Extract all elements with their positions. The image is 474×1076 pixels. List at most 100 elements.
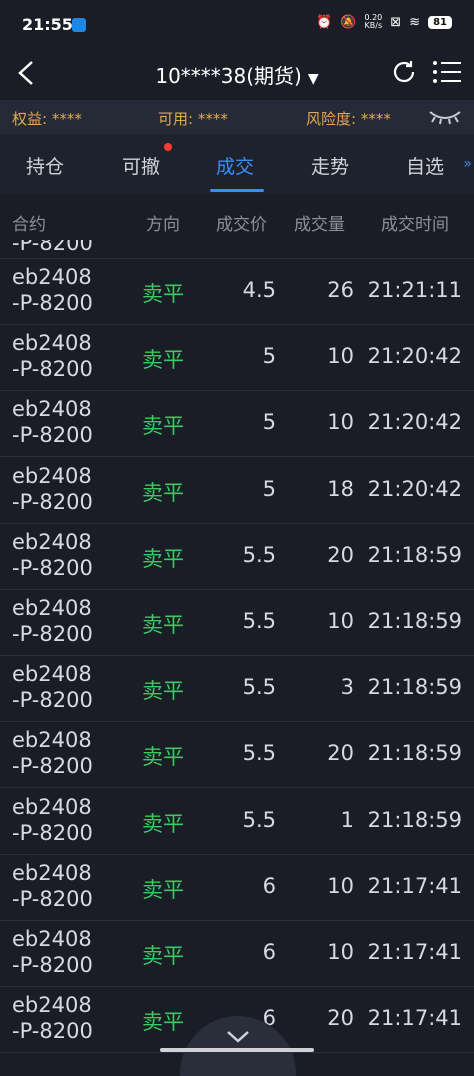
direction-value: 卖平 — [142, 546, 184, 571]
table-row[interactable]: eb2408 -P-8200 卖平 5.5 1 21:18:59 — [0, 788, 474, 855]
time-value: 21:17:41 — [367, 1006, 462, 1031]
table-row[interactable]: eb2408 -P-8200 卖平 5.5 20 21:18:59 — [0, 721, 474, 789]
refresh-icon[interactable] — [390, 58, 418, 86]
price-value: 5.5 — [242, 675, 276, 700]
table-row[interactable]: eb2408 -P-8200 卖平 6 10 21:17:41 — [0, 920, 474, 987]
chevron-down-icon — [227, 1031, 249, 1043]
contract-code: eb2408 -P-8200 — [12, 265, 93, 315]
contract-code: eb2408 -P-8200 — [12, 529, 93, 580]
direction-value: 卖平 — [142, 745, 184, 770]
direction-value: 卖平 — [142, 613, 184, 637]
menu-list-icon[interactable] — [432, 58, 462, 86]
time-value: 21:18:59 — [367, 675, 462, 700]
price-value: 5 — [262, 344, 276, 369]
volume-value: 10 — [327, 410, 354, 435]
table-row-partial: -P-8200 — [0, 240, 474, 259]
mute-icon: 🔕 — [340, 14, 357, 30]
direction-value: 卖平 — [142, 679, 184, 704]
tab-trend[interactable]: 走势 — [311, 152, 349, 179]
volume-value: 1 — [340, 807, 354, 832]
available-label: 可用: **** — [158, 110, 228, 128]
column-direction: 方向 — [146, 215, 180, 235]
app-notification-icon — [72, 18, 86, 32]
time-value: 21:17:41 — [367, 873, 462, 898]
price-value: 6 — [262, 940, 276, 964]
volume-value: 10 — [327, 873, 354, 898]
contract-code: eb2408 -P-8200 — [12, 927, 93, 977]
alarm-icon: ⏰ — [316, 14, 333, 30]
hide-eye-icon[interactable] — [428, 108, 462, 126]
direction-value: 卖平 — [142, 282, 184, 306]
column-contract: 合约 — [12, 215, 46, 235]
table-row[interactable]: eb2408 -P-8200 卖平 6 10 21:17:41 — [0, 854, 474, 921]
contract-code: eb2408 -P-8200 — [12, 794, 93, 845]
direction-value: 卖平 — [142, 480, 184, 505]
time-value: 21:20:42 — [367, 344, 462, 369]
table-row[interactable]: eb2408 -P-8200 卖平 5.5 10 21:18:59 — [0, 589, 474, 656]
notification-dot — [164, 143, 172, 151]
tab-cancellable[interactable]: 可撤 — [122, 152, 160, 179]
table-row[interactable]: eb2408 -P-8200 卖平 5 10 21:20:42 — [0, 324, 474, 392]
price-value: 6 — [262, 873, 276, 898]
direction-value: 卖平 — [142, 348, 184, 373]
active-tab-indicator — [210, 189, 264, 192]
price-value: 5 — [262, 476, 276, 501]
table-row[interactable]: eb2408 -P-8200 卖平 5.5 20 21:18:59 — [0, 523, 474, 590]
contract-code: eb2408 -P-8200 — [12, 728, 93, 779]
contract-code: eb2408 -P-8200 — [12, 331, 93, 382]
contract-code: eb2408 -P-8200 — [12, 662, 93, 713]
tab-trades[interactable]: 成交 — [216, 152, 254, 179]
trade-list[interactable]: -P-8200 eb2408 -P-8200 卖平 4.5 26 21:21:11 eb24… — [0, 240, 474, 1053]
account-label: 10****38(期货) — [155, 64, 302, 88]
table-row[interactable]: eb2408 -P-8200 卖平 5 10 21:20:42 — [0, 390, 474, 458]
time-value: 21:18:59 — [367, 542, 462, 567]
contract-code: eb2408 -P-8200 — [12, 397, 93, 448]
direction-value: 卖平 — [142, 1010, 184, 1035]
direction-value: 卖平 — [142, 877, 184, 902]
volume-value: 10 — [327, 344, 354, 369]
column-price: 成交价 — [216, 215, 267, 235]
price-value: 5.5 — [242, 741, 276, 766]
contract-code: eb2408 -P-8200 — [12, 596, 93, 646]
tab-positions[interactable]: 持仓 — [26, 152, 64, 179]
volume-value: 20 — [327, 542, 354, 567]
risk-label: 风险度: **** — [306, 110, 391, 128]
price-value: 5 — [262, 410, 276, 435]
dropdown-arrow-icon: ▼ — [307, 71, 319, 87]
equity-label: 权益: **** — [12, 110, 82, 128]
time-value: 21:20:42 — [367, 410, 462, 435]
price-value: 5.5 — [242, 807, 276, 832]
time-value: 21:18:59 — [367, 741, 462, 766]
table-row[interactable]: eb2408 -P-8200 卖平 4.5 26 21:21:11 — [0, 258, 474, 325]
direction-value: 卖平 — [142, 944, 184, 968]
time-value: 21:21:11 — [367, 278, 462, 302]
contract-code: eb2408 -P-8200 — [12, 860, 93, 911]
table-row[interactable]: eb2408 -P-8200 卖平 5 18 21:20:42 — [0, 457, 474, 524]
contract-code: -P-8200 — [12, 240, 93, 255]
volume-value: 10 — [327, 940, 354, 964]
volume-value: 10 — [327, 609, 354, 633]
contract-code: eb2408 -P-8200 — [12, 993, 93, 1044]
price-value: 5.5 — [242, 609, 276, 633]
status-icons: ⏰ 🔕 0.20 KB/s ⊠ ≋ 81 — [316, 14, 452, 30]
status-bar: 21:55 ⏰ 🔕 0.20 KB/s ⊠ ≋ 81 — [0, 0, 474, 50]
more-tabs-icon[interactable]: » — [463, 156, 472, 172]
tab-bar: 持仓 可撤 成交 走势 自选 » — [0, 134, 474, 194]
table-row[interactable]: eb2408 -P-8200 卖平 5.5 3 21:18:59 — [0, 655, 474, 723]
price-value: 5.5 — [242, 542, 276, 567]
volume-value: 18 — [327, 476, 354, 501]
nfc-icon: ⊠ — [390, 14, 402, 30]
column-volume: 成交量 — [294, 215, 345, 235]
wifi-icon: ≋ — [409, 14, 421, 30]
time-value: 21:18:59 — [367, 609, 462, 633]
volume-value: 26 — [327, 278, 354, 302]
tab-watchlist[interactable]: 自选 — [406, 152, 444, 179]
direction-value: 卖平 — [142, 414, 184, 439]
gesture-bar — [160, 1048, 314, 1052]
column-time: 成交时间 — [381, 215, 449, 235]
time-value: 21:18:59 — [367, 807, 462, 832]
volume-value: 20 — [327, 741, 354, 766]
battery-indicator: 81 — [428, 15, 452, 29]
direction-value: 卖平 — [142, 811, 184, 836]
volume-value: 20 — [327, 1006, 354, 1031]
